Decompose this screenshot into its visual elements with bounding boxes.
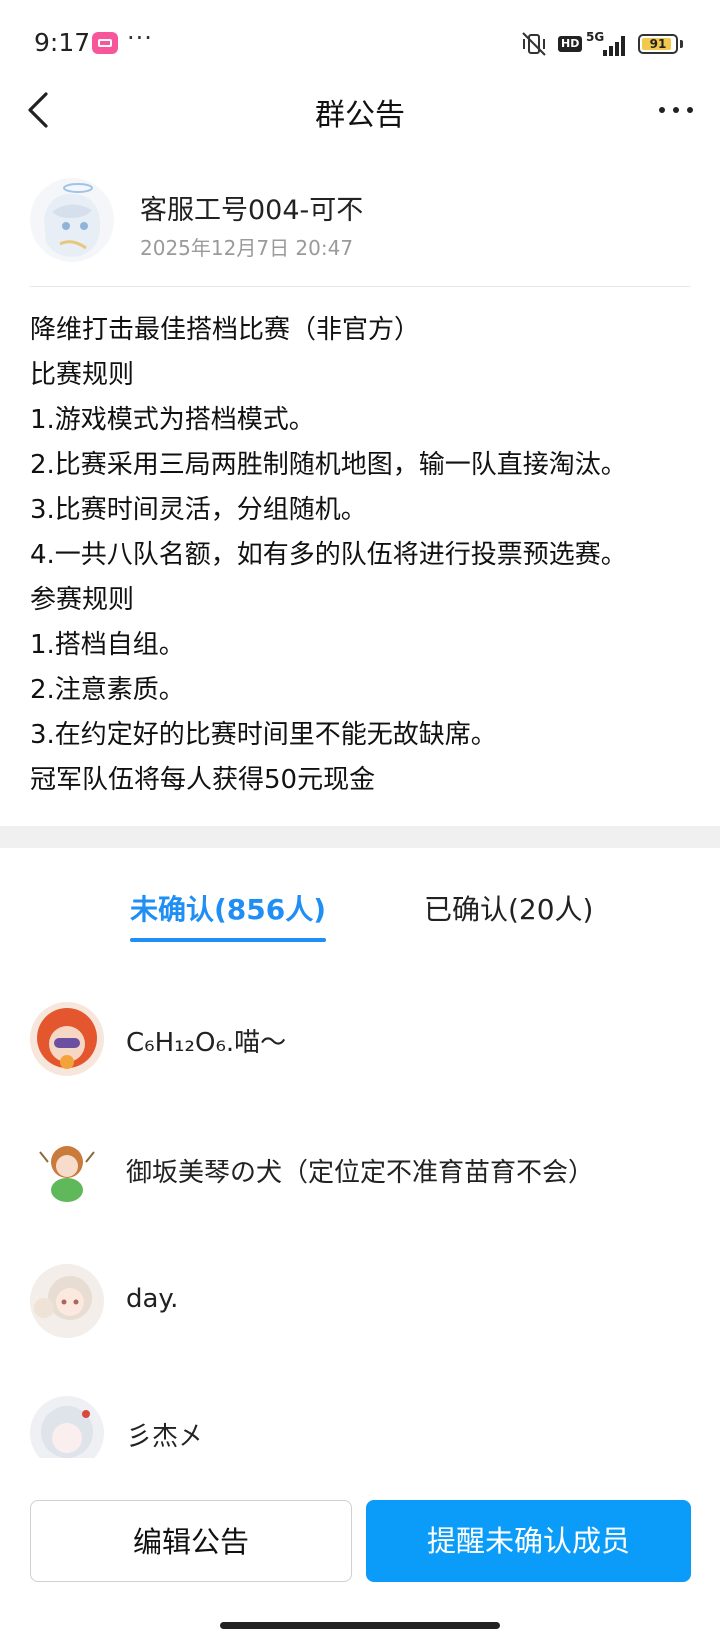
- tab-unconfirmed-label: 未确认(856人): [130, 893, 327, 926]
- member-list[interactable]: C₆H₁₂O₆.喵～ 御坂美琴の犬（定位定不准育苗育不会） day. 彡杰㐅: [30, 1002, 690, 1458]
- network-type: 5G: [586, 30, 605, 44]
- member-avatar[interactable]: [30, 1264, 104, 1338]
- announcement-line: 冠军队伍将每人获得50元现金: [30, 765, 376, 795]
- member-name: day.: [126, 1284, 179, 1314]
- announcement-line: 2.注意素质。: [30, 675, 185, 705]
- battery-icon: 91: [638, 34, 678, 54]
- tab-confirmed-label: 已确认(20人): [424, 893, 594, 926]
- member-avatar[interactable]: [30, 1132, 104, 1206]
- announcement-line: 降维打击最佳搭档比赛（非官方）: [30, 315, 421, 345]
- member-name: 彡杰㐅: [126, 1422, 205, 1452]
- announcement-line: 3.在约定好的比赛时间里不能无故缺席。: [30, 720, 497, 750]
- announcement-author: 客服工号004-可不 2025年12月7日 20:47: [30, 178, 690, 286]
- announcement-body: 降维打击最佳搭档比赛（非官方） 比赛规则 1.游戏模式为搭档模式。 2.比赛采用…: [30, 308, 700, 803]
- vibrate-mute-icon: [522, 32, 546, 56]
- battery-level: 91: [649, 37, 667, 51]
- list-item[interactable]: C₆H₁₂O₆.喵～: [30, 1002, 690, 1076]
- nav-bar: 群公告: [0, 70, 720, 152]
- status-time: 9:17: [34, 28, 91, 57]
- list-item[interactable]: 御坂美琴の犬（定位定不准育苗育不会）: [30, 1132, 690, 1206]
- announcement-line: 1.游戏模式为搭档模式。: [30, 405, 315, 435]
- announcement-line: 比赛规则: [30, 360, 135, 390]
- author-avatar[interactable]: [30, 178, 114, 262]
- member-avatar[interactable]: [30, 1002, 104, 1076]
- member-name: 御坂美琴の犬（定位定不准育苗育不会）: [126, 1158, 595, 1188]
- hd-icon: HD: [558, 36, 583, 52]
- remind-unconfirmed-button[interactable]: 提醒未确认成员: [366, 1500, 691, 1582]
- announcement-line: 3.比赛时间灵活，分组随机。: [30, 495, 367, 525]
- author-name: 客服工号004-可不: [140, 195, 364, 226]
- announcement-line: 4.一共八队名额，如有多的队伍将进行投票预选赛。: [30, 540, 627, 570]
- edit-announcement-button[interactable]: 编辑公告: [30, 1500, 352, 1582]
- list-item[interactable]: day.: [30, 1264, 690, 1338]
- post-timestamp: 2025年12月7日 20:47: [140, 236, 354, 260]
- divider: [30, 286, 690, 287]
- page-title: 群公告: [315, 98, 405, 133]
- section-separator: [0, 826, 720, 848]
- active-tab-indicator: [130, 938, 327, 942]
- tab-confirmed[interactable]: 已确认(20人): [424, 880, 593, 950]
- member-avatar[interactable]: [30, 1396, 104, 1458]
- bottom-action-bar: 编辑公告 提醒未确认成员: [0, 1500, 720, 1584]
- signal-icon: [603, 36, 625, 56]
- announcement-line: 2.比赛采用三局两胜制随机地图，输一队直接淘汰。: [30, 450, 627, 480]
- battery-cap: [680, 40, 683, 48]
- more-options-icon[interactable]: [656, 92, 696, 128]
- status-more-icon: ···: [127, 24, 153, 52]
- announcement-line: 1.搭档自组。: [30, 630, 185, 660]
- confirmation-tabs: 未确认(856人) 已确认(20人): [0, 880, 720, 960]
- home-indicator[interactable]: [220, 1622, 500, 1629]
- bilibili-app-icon: [92, 32, 118, 54]
- list-item[interactable]: 彡杰㐅: [30, 1396, 690, 1458]
- member-name: C₆H₁₂O₆.喵～: [126, 1028, 287, 1058]
- announcement-line: 参赛规则: [30, 585, 135, 615]
- tab-unconfirmed[interactable]: 未确认(856人): [130, 880, 327, 950]
